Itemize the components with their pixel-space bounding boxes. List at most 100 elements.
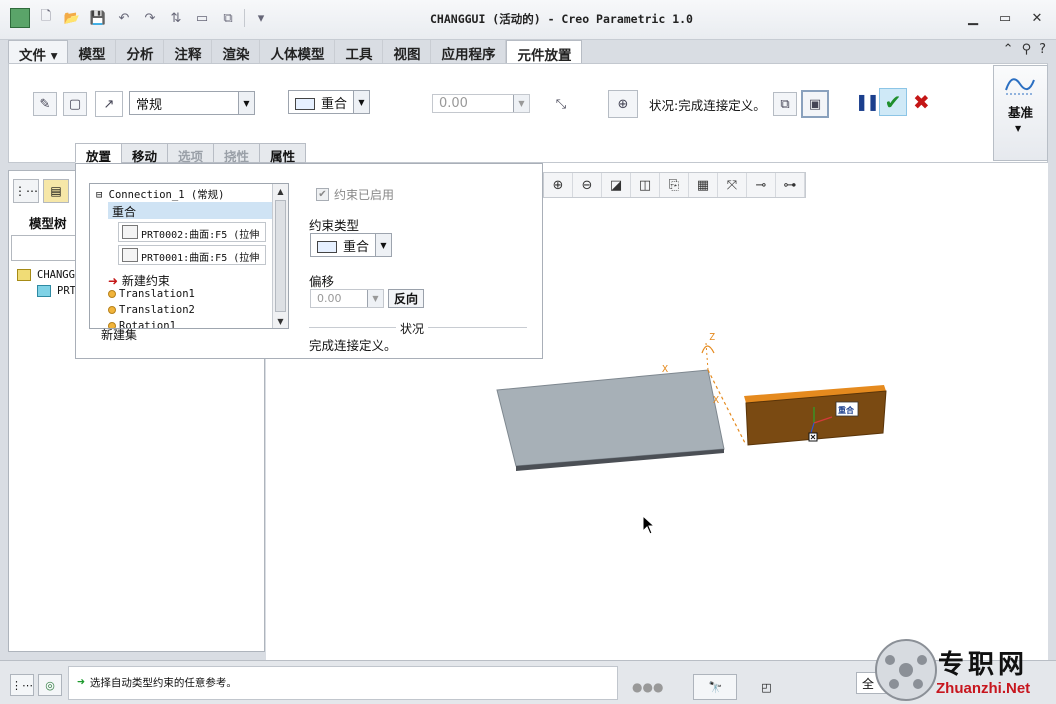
set-row-translation1[interactable]: Translation1 bbox=[108, 288, 195, 300]
datum-display-icon[interactable]: ⤧ bbox=[718, 173, 747, 197]
tree-item-part[interactable]: PRT bbox=[37, 285, 76, 297]
reference-row-2[interactable]: PRT0001:曲面:F5 (拉伸 bbox=[118, 245, 266, 265]
folder-browser-tab-icon[interactable]: ▤ bbox=[43, 179, 69, 203]
placement-mode-icon[interactable]: ↗ bbox=[95, 91, 123, 117]
view-manager-icon[interactable]: ▦ bbox=[689, 173, 718, 197]
tab-manikin[interactable]: 人体模型 bbox=[260, 40, 336, 63]
edit-icon[interactable]: ✎ bbox=[33, 92, 57, 116]
tab-options[interactable]: 选项 bbox=[167, 143, 215, 164]
minimize-icon[interactable]: ▁ bbox=[962, 8, 984, 28]
tab-file[interactable]: 文件 ▾ bbox=[8, 40, 69, 64]
reference-row-1[interactable]: PRT0002:曲面:F5 (拉伸 bbox=[118, 222, 266, 242]
undo-icon[interactable]: ↶ bbox=[114, 8, 134, 28]
annotation-display-icon[interactable]: ⊸ bbox=[747, 173, 776, 197]
regenerate-icon[interactable]: ⇅ bbox=[166, 8, 186, 28]
offset-heading: 偏移 bbox=[309, 274, 335, 289]
scroll-down-icon[interactable]: ▼ bbox=[273, 314, 288, 328]
scroll-up-icon[interactable]: ▲ bbox=[273, 184, 288, 198]
flip-button[interactable]: 反向 bbox=[388, 289, 424, 308]
dashboard-status: 状况:完成连接定义。 bbox=[649, 98, 766, 113]
separate-window-icon[interactable]: ⧉ bbox=[773, 92, 797, 116]
tab-component-placement[interactable]: 元件放置 bbox=[506, 40, 583, 64]
new-file-icon[interactable]: 🗋 bbox=[36, 8, 56, 28]
constraint-enabled-checkbox[interactable]: ✔ 约束已启用 bbox=[316, 186, 394, 203]
constraint-set-list[interactable]: ⊟ Connection_1 (常规) 重合 PRT0002:曲面:F5 (拉伸… bbox=[89, 183, 289, 329]
display-style-icon[interactable]: ◫ bbox=[631, 173, 660, 197]
window-title: CHANGGUI (活动的) - Creo Parametric 1.0 bbox=[430, 12, 693, 26]
datum-button[interactable]: 基准 ▼ bbox=[993, 65, 1048, 161]
tab-model[interactable]: 模型 bbox=[68, 40, 117, 63]
tab-move[interactable]: 移动 bbox=[121, 143, 169, 164]
search-icon[interactable]: ⚲ bbox=[1022, 42, 1032, 57]
list-scrollbar[interactable]: ▲ ▼ bbox=[272, 184, 288, 328]
offset-input[interactable]: 0.00 ▼ bbox=[432, 94, 530, 113]
chevron-down-icon: ▼ bbox=[367, 290, 383, 307]
tab-tools[interactable]: 工具 bbox=[335, 40, 384, 63]
model-tree-search-input[interactable] bbox=[11, 235, 81, 261]
help-icon[interactable]: ? bbox=[1039, 42, 1046, 57]
surface-reference-icon bbox=[122, 225, 138, 239]
chevron-down-icon: ▼ bbox=[375, 234, 391, 256]
connection-row[interactable]: ⊟ Connection_1 (常规) bbox=[96, 187, 224, 202]
redo-icon[interactable]: ↷ bbox=[140, 8, 160, 28]
cancel-x-icon[interactable]: ✖ bbox=[913, 90, 930, 114]
zoom-in-icon[interactable]: ⊕ bbox=[544, 173, 573, 197]
tab-properties[interactable]: 属性 bbox=[259, 143, 307, 164]
status-heading: 状况 bbox=[396, 320, 429, 337]
scroll-thumb[interactable] bbox=[275, 200, 286, 312]
new-constraint-row[interactable]: ➜ 新建约束 bbox=[108, 272, 170, 289]
selection-box-icon[interactable]: ◰ bbox=[751, 675, 781, 699]
constraint-tag-label: 重合 bbox=[838, 405, 855, 415]
tab-view[interactable]: 视图 bbox=[383, 40, 432, 63]
close-window-icon[interactable]: ⧉ bbox=[218, 8, 238, 28]
panel-constraint-type-value: 重合 bbox=[311, 236, 375, 255]
tab-annotate[interactable]: 注释 bbox=[164, 40, 213, 63]
browser-toggle-icon[interactable]: ◎ bbox=[38, 674, 62, 696]
windows-icon[interactable]: ▭ bbox=[192, 8, 212, 28]
saved-views-icon[interactable]: ⎘ bbox=[660, 173, 689, 197]
assembly-window-icon[interactable]: ▣ bbox=[801, 90, 829, 118]
assembly-icon bbox=[17, 269, 31, 281]
statusbar-toggles: ⋮⋯ ◎ bbox=[10, 674, 62, 696]
close-icon[interactable]: ✕ bbox=[1026, 8, 1048, 28]
set-type-select[interactable]: 常规 ▼ bbox=[129, 91, 255, 115]
constraint-enabled-label: 约束已启用 bbox=[334, 188, 395, 202]
chevron-down-icon: ▼ bbox=[513, 95, 529, 112]
open-file-icon[interactable]: 📂 bbox=[62, 8, 82, 28]
user-defined-icon[interactable]: ▢ bbox=[63, 92, 87, 116]
app-icon[interactable] bbox=[10, 8, 30, 28]
selected-constraint-row[interactable]: 重合 bbox=[108, 202, 272, 219]
navigator-toggle-icon[interactable]: ⋮⋯ bbox=[10, 674, 34, 696]
statusbar-tools: ●●● 🔭 ◰ bbox=[632, 674, 781, 700]
maximize-icon[interactable]: ▭ bbox=[994, 8, 1016, 28]
spin-center-icon[interactable]: ⊶ bbox=[776, 173, 805, 197]
tab-flexibility[interactable]: 挠性 bbox=[213, 143, 261, 164]
tab-applications[interactable]: 应用程序 bbox=[431, 40, 507, 63]
customize-qat-icon[interactable]: ▾ bbox=[251, 8, 271, 28]
panel-constraint-type-select[interactable]: 重合 ▼ bbox=[310, 233, 392, 257]
flip-constraint-icon[interactable]: ⤡ bbox=[549, 92, 573, 116]
set-status-icon bbox=[108, 290, 116, 298]
red-arrow-icon: ➜ bbox=[108, 274, 119, 288]
z-axis-arc bbox=[701, 345, 715, 354]
model-tree-tab-icon[interactable]: ⋮⋯ bbox=[13, 179, 39, 203]
datum-curve-icon bbox=[1005, 78, 1035, 95]
ok-check-icon[interactable]: ✔ bbox=[879, 88, 907, 116]
new-constraint-label: 新建约束 bbox=[121, 274, 170, 288]
new-set-link[interactable]: 新建集 bbox=[101, 326, 137, 343]
collapse-ribbon-icon[interactable]: ⌃ bbox=[1003, 42, 1014, 57]
message-text: 选择自动类型约束的任意参考。 bbox=[89, 677, 237, 689]
zoom-out-icon[interactable]: ⊖ bbox=[573, 173, 602, 197]
tab-analysis[interactable]: 分析 bbox=[116, 40, 165, 63]
save-icon[interactable]: 💾 bbox=[88, 8, 108, 28]
tab-placement[interactable]: 放置 bbox=[75, 143, 123, 164]
find-icon[interactable]: 🔭 bbox=[693, 674, 738, 700]
pause-icon[interactable]: ❚❚ bbox=[855, 92, 880, 111]
tab-render[interactable]: 渲染 bbox=[212, 40, 261, 63]
tree-item-root[interactable]: CHANGGU bbox=[17, 269, 81, 281]
move-component-icon[interactable]: ⊕ bbox=[608, 90, 638, 118]
panel-offset-input[interactable]: 0.00 ▼ bbox=[310, 289, 384, 308]
constraint-type-select[interactable]: 重合 ▼ bbox=[288, 90, 370, 114]
refit-icon[interactable]: ◪ bbox=[602, 173, 631, 197]
set-row-translation2[interactable]: Translation2 bbox=[108, 304, 195, 316]
